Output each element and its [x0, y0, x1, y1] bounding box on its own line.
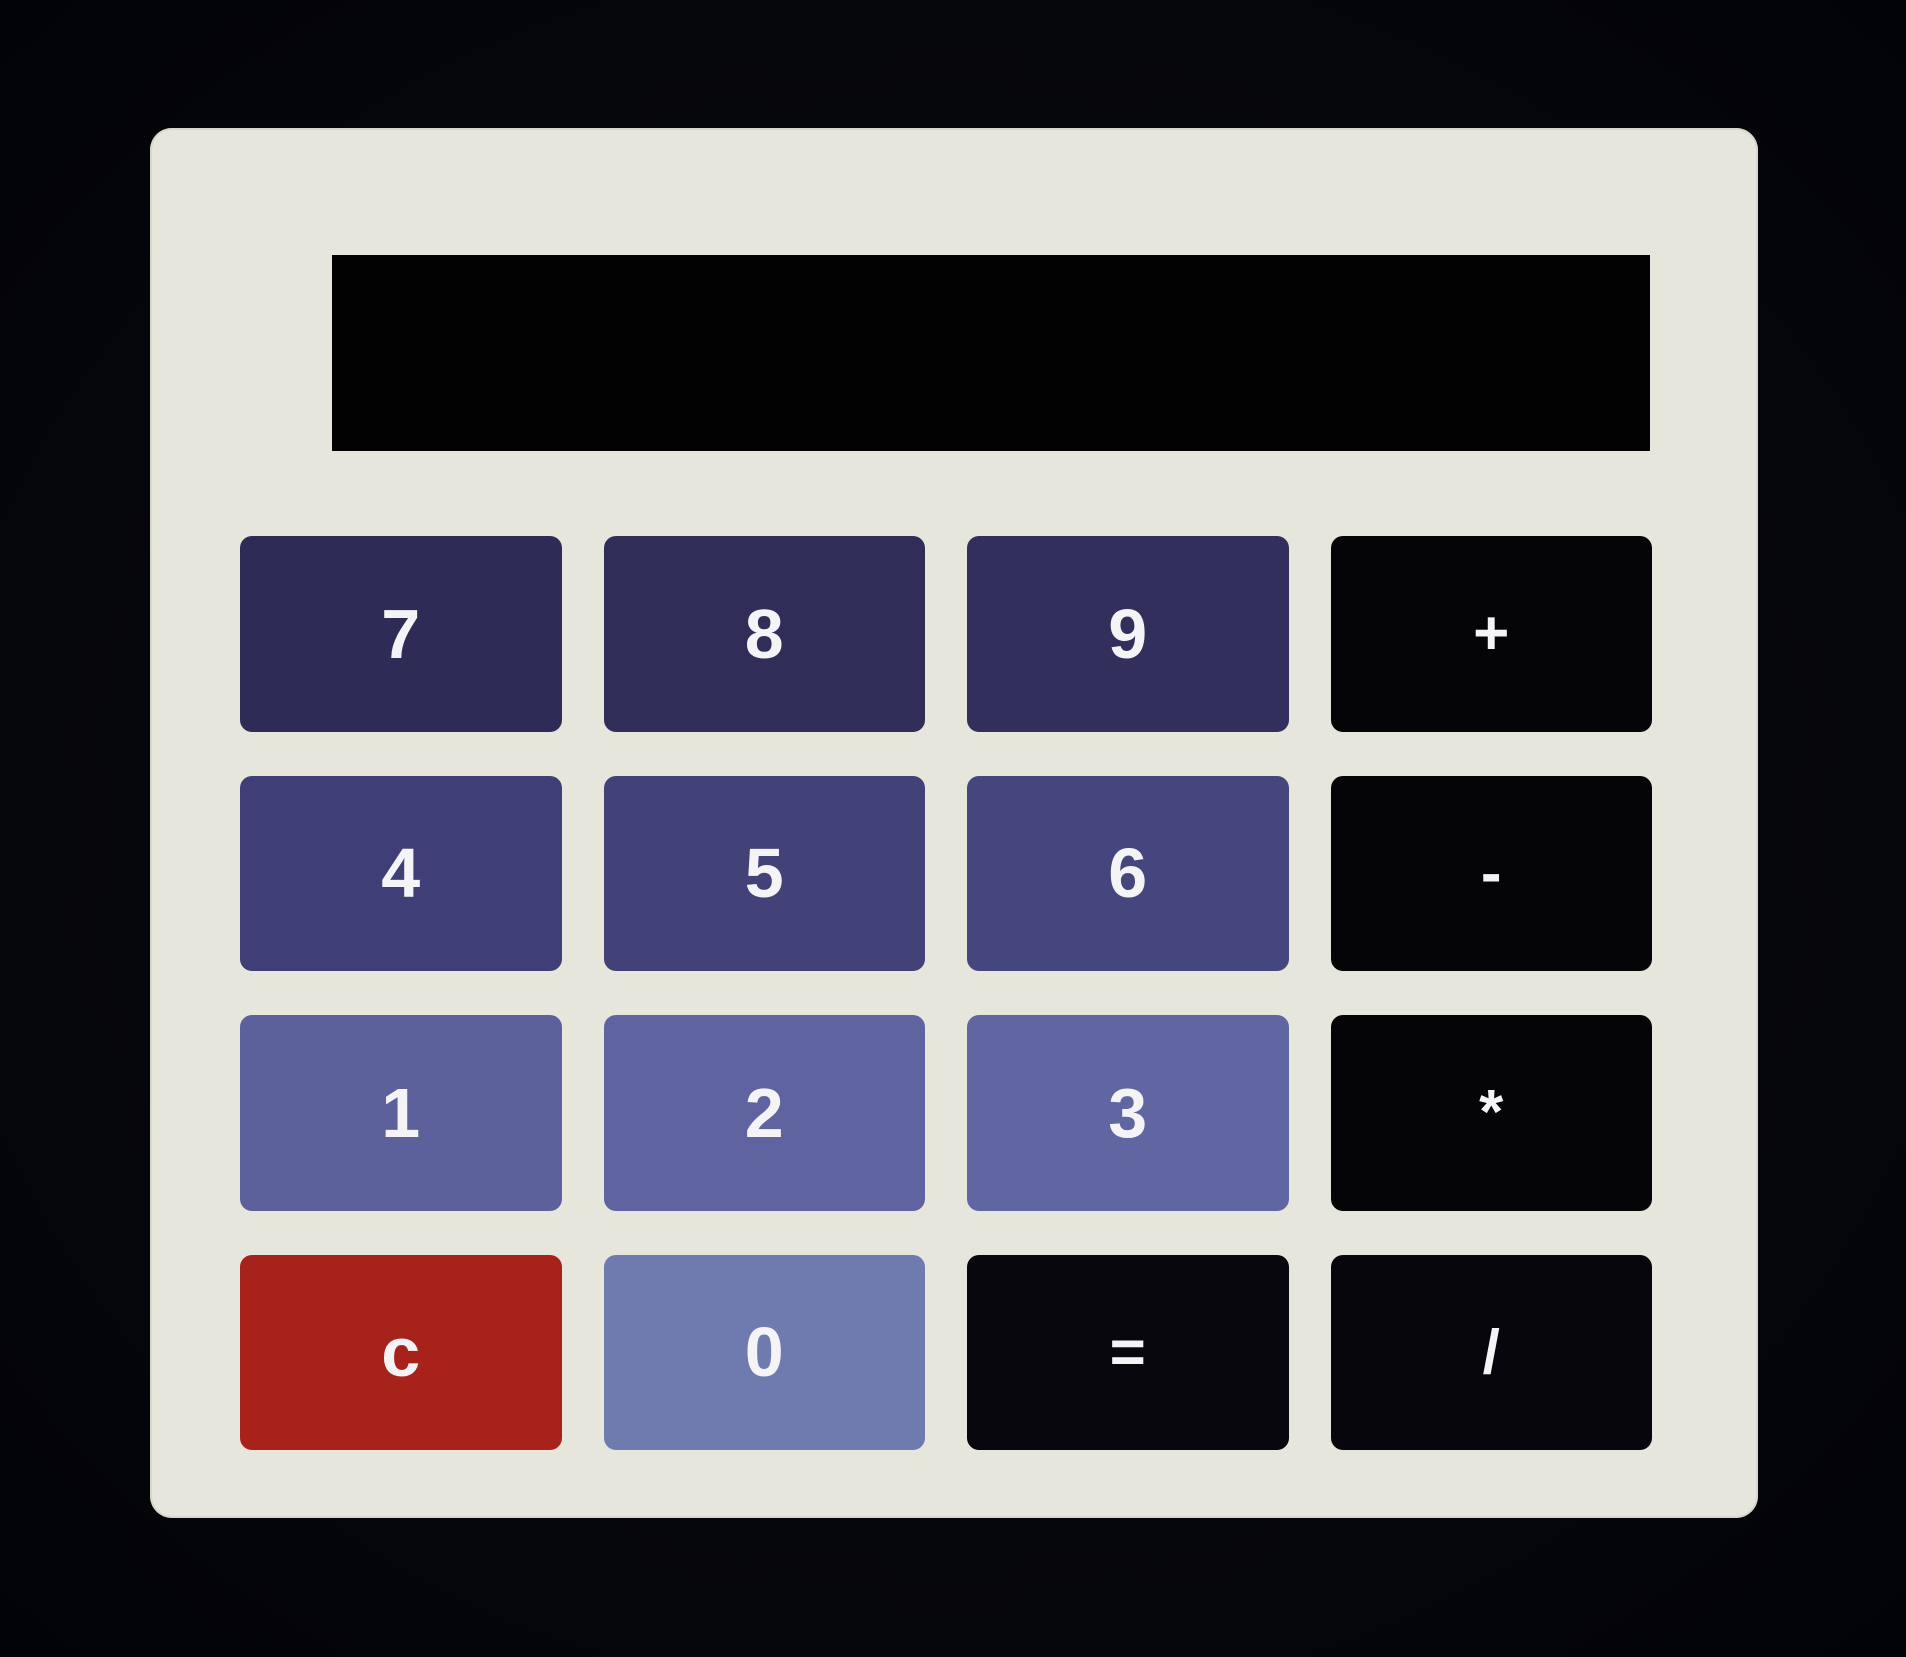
keypad: 7 8 9 +4 5 6- 1 2 3 * c 0 = /: [240, 536, 1652, 1450]
screen-background: 7 8 9 +4 5 6- 1 2 3 * c 0 = /: [0, 0, 1906, 1657]
divide-button[interactable]: /: [1330, 1254, 1652, 1450]
minus-button[interactable]: -: [1330, 775, 1652, 971]
key-5-button[interactable]: 5: [603, 775, 925, 971]
key-4-button[interactable]: 4: [240, 775, 562, 971]
key-7-button[interactable]: 7: [240, 536, 562, 732]
key-1-button[interactable]: 1: [240, 1015, 562, 1211]
key-0-button[interactable]: 0: [603, 1254, 925, 1450]
calculator: 7 8 9 +4 5 6- 1 2 3 * c 0 = /: [150, 128, 1758, 1518]
key-8-button[interactable]: 8: [603, 536, 925, 732]
plus-button[interactable]: +: [1330, 536, 1652, 732]
key-6-button[interactable]: 6: [967, 775, 1289, 971]
multiply-button[interactable]: *: [1330, 1015, 1652, 1211]
calculator-display: [332, 255, 1650, 451]
key-3-button[interactable]: 3: [967, 1015, 1289, 1211]
key-2-button[interactable]: 2: [603, 1015, 925, 1211]
clear-button[interactable]: c: [240, 1254, 562, 1450]
key-9-button[interactable]: 9: [967, 536, 1289, 732]
equals-button[interactable]: =: [967, 1254, 1289, 1450]
